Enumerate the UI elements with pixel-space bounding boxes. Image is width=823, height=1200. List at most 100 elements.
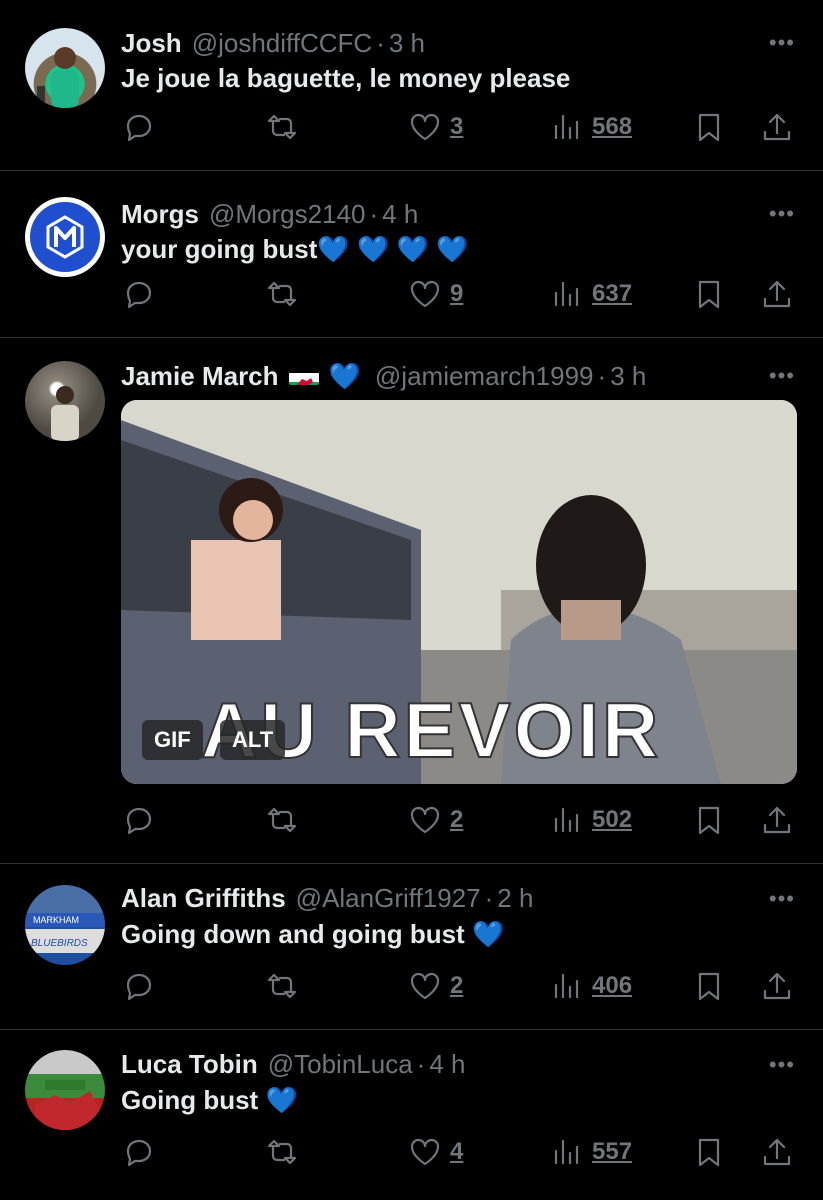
handle[interactable]: @joshdiffCCFC [192,28,373,59]
retweet-button[interactable] [265,1132,299,1172]
more-options-icon[interactable]: ••• [769,201,795,227]
handle[interactable]: @TobinLuca [268,1049,413,1080]
share-button[interactable] [760,107,794,147]
like-button[interactable]: 2 [408,800,463,840]
more-options-icon[interactable]: ••• [769,363,795,389]
like-count: 4 [450,1138,464,1165]
tweet-text: your going bust💙 💙 💙 💙 [121,234,469,265]
like-button[interactable]: 4 [408,1132,463,1172]
more-options-icon[interactable]: ••• [769,1052,795,1078]
avatar[interactable] [25,1050,105,1130]
retweet-icon [267,1139,297,1165]
tweet-header: Jamie March 💙 @jamiemarch1999 · 3 h [121,360,763,392]
timestamp[interactable]: 4 h [382,199,418,230]
tweet[interactable]: Josh @joshdiffCCFC · 3 h ••• Je joue la … [0,0,823,171]
retweet-icon [267,281,297,307]
more-options-icon[interactable]: ••• [769,30,795,56]
tweet-header: Josh @joshdiffCCFC · 3 h [121,27,763,59]
retweet-button[interactable] [265,800,299,840]
retweet-icon [267,973,297,999]
views-icon [554,973,579,999]
like-count: 9 [450,280,464,307]
tweet-text-body: your going bust [121,234,318,264]
share-button[interactable] [760,1132,794,1172]
avatar-banner-text: BLUEBIRDS [31,938,88,949]
avatar[interactable] [25,361,105,441]
display-name[interactable]: Morgs [121,199,199,230]
reply-icon [126,1139,152,1167]
display-name[interactable]: Jamie March [121,361,279,392]
reply-button[interactable] [122,1132,156,1172]
handle[interactable]: @Morgs2140 [209,199,365,230]
timestamp[interactable]: 3 h [610,361,646,392]
wales-flag-icon [288,367,319,385]
views-button[interactable]: 568 [550,107,632,147]
action-bar: 3 568 [0,107,823,147]
separator-dot: · [369,198,379,229]
share-button[interactable] [760,800,794,840]
bookmark-icon [698,972,720,1001]
retweet-icon [267,807,297,833]
bookmark-button[interactable] [692,966,726,1006]
avatar[interactable] [25,28,105,108]
share-icon [763,806,791,834]
timestamp[interactable]: 2 h [497,883,533,914]
reply-icon [126,281,152,309]
views-button[interactable]: 406 [550,966,632,1006]
separator-dot: · [484,882,494,913]
reply-button[interactable] [122,800,156,840]
view-count: 557 [592,1138,633,1165]
like-button[interactable]: 2 [408,966,463,1006]
like-button[interactable]: 9 [408,274,463,314]
display-name[interactable]: Josh [121,28,182,59]
views-button[interactable]: 557 [550,1132,632,1172]
separator-dot: · [376,27,385,58]
heart-icon [410,972,440,1000]
bookmark-button[interactable] [692,800,726,840]
tweet[interactable]: Jamie March 💙 @jamiemarch1999 · 3 h ••• … [0,338,823,864]
like-count: 2 [450,972,464,999]
blue-heart-emoji: 💙 [471,919,505,949]
tweet-text: Je joue la baguette, le money please [121,63,570,94]
tweet[interactable]: MARKHAM BLUEBIRDS Alan Griffiths @AlanGr… [0,864,823,1030]
share-icon [763,280,791,308]
like-count: 2 [450,806,464,833]
share-icon [763,972,791,1000]
reply-icon [126,114,152,142]
avatar[interactable]: MARKHAM BLUEBIRDS [25,885,105,965]
views-button[interactable]: 502 [550,800,632,840]
retweet-button[interactable] [265,966,299,1006]
views-icon [554,1139,579,1165]
share-button[interactable] [760,274,794,314]
bookmark-button[interactable] [692,107,726,147]
reply-button[interactable] [122,107,156,147]
share-button[interactable] [760,966,794,1006]
bookmark-button[interactable] [692,1132,726,1172]
display-name[interactable]: Alan Griffiths [121,883,286,914]
tweet-text-body: Going bust [121,1085,259,1115]
heart-icon [410,113,440,141]
reply-button[interactable] [122,274,156,314]
share-icon [763,113,791,141]
retweet-button[interactable] [265,274,299,314]
like-button[interactable]: 3 [408,107,463,147]
reply-button[interactable] [122,966,156,1006]
more-options-icon[interactable]: ••• [769,886,795,912]
retweet-button[interactable] [265,107,299,147]
bookmark-button[interactable] [692,274,726,314]
action-bar: 2 502 [0,800,823,840]
handle[interactable]: @AlanGriff1927 [296,883,481,914]
timestamp[interactable]: 4 h [429,1049,465,1080]
timestamp[interactable]: 3 h [389,28,425,59]
avatar[interactable] [25,197,105,277]
action-bar: 2 406 [0,966,823,1006]
tweet[interactable]: Luca Tobin @TobinLuca · 4 h ••• Going bu… [0,1030,823,1200]
heart-icon [410,280,440,308]
display-name[interactable]: Luca Tobin [121,1049,258,1080]
handle[interactable]: @jamiemarch1999 [375,361,594,392]
views-button[interactable]: 637 [550,274,632,314]
tweet[interactable]: Morgs @Morgs2140 · 4 h ••• your going bu… [0,171,823,338]
retweet-icon [267,114,297,140]
alt-text-button[interactable]: ALT [220,720,286,760]
tweet-text-body: Going down and going bust [121,919,465,949]
